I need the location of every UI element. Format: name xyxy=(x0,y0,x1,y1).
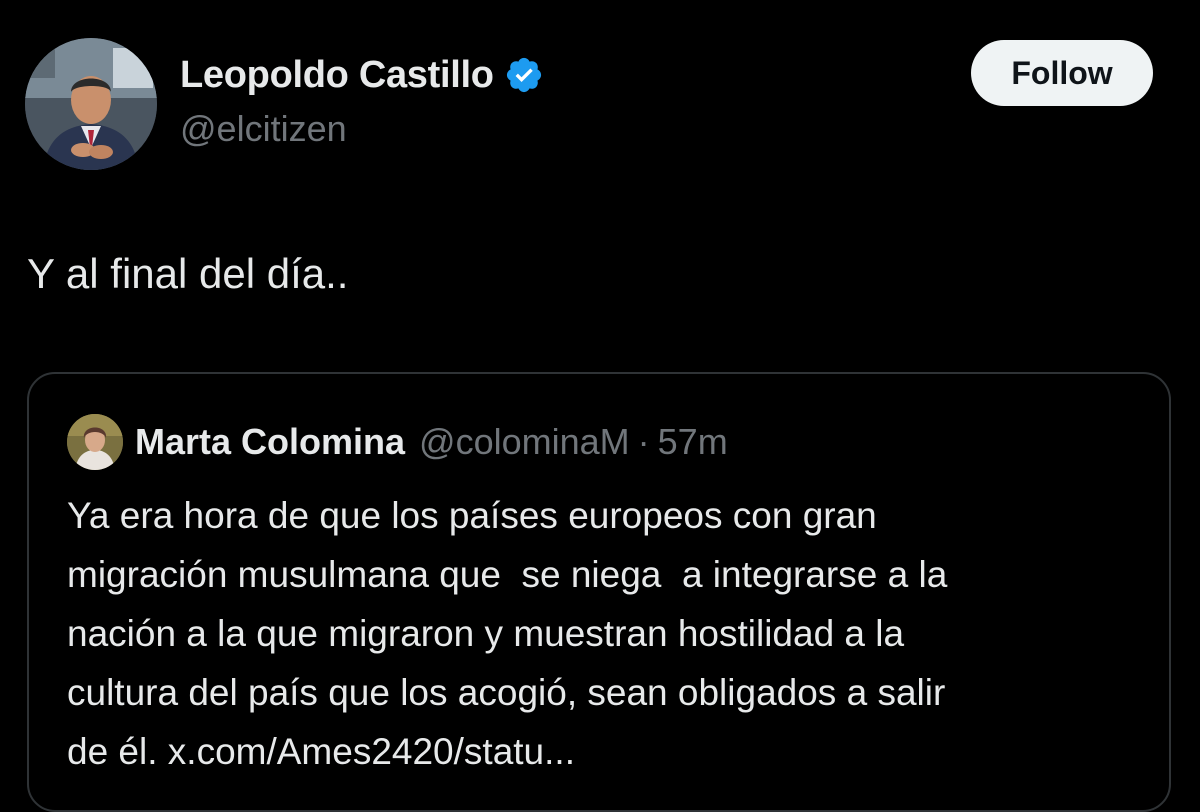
quoted-text-line: nación a la que migraron y muestran host… xyxy=(67,613,905,654)
verified-badge-icon[interactable] xyxy=(504,55,544,95)
author-handle[interactable]: @elcitizen xyxy=(180,108,347,150)
quoted-text-line: migración musulmana que se niega a integ… xyxy=(67,554,948,595)
follow-button[interactable]: Follow xyxy=(971,40,1153,106)
author-display-name[interactable]: Leopoldo Castillo xyxy=(180,54,494,97)
quoted-separator: · xyxy=(637,421,650,462)
quoted-tweet-card[interactable]: Marta Colomina @colominaM · 57m Ya era h… xyxy=(27,372,1171,812)
quoted-text-line: Ya era hora de que los países europeos c… xyxy=(67,495,877,536)
tweet-text: Y al final del día.. xyxy=(27,250,349,297)
quoted-tweet-header: Marta Colomina @colominaM · 57m xyxy=(67,414,728,470)
quoted-tweet-text: Ya era hora de que los países europeos c… xyxy=(67,486,1147,781)
author-avatar[interactable] xyxy=(25,38,157,170)
quoted-author-avatar[interactable] xyxy=(67,414,123,470)
quoted-author-handle[interactable]: @colominaM xyxy=(419,421,630,463)
author-name-row: Leopoldo Castillo xyxy=(180,52,544,98)
quoted-text-line: de él. x.com/Ames2420/statu... xyxy=(67,731,575,772)
quoted-timestamp[interactable]: 57m xyxy=(658,421,728,463)
quoted-text-line: cultura del país que los acogió, sean ob… xyxy=(67,672,946,713)
quoted-author-name[interactable]: Marta Colomina xyxy=(135,421,405,463)
